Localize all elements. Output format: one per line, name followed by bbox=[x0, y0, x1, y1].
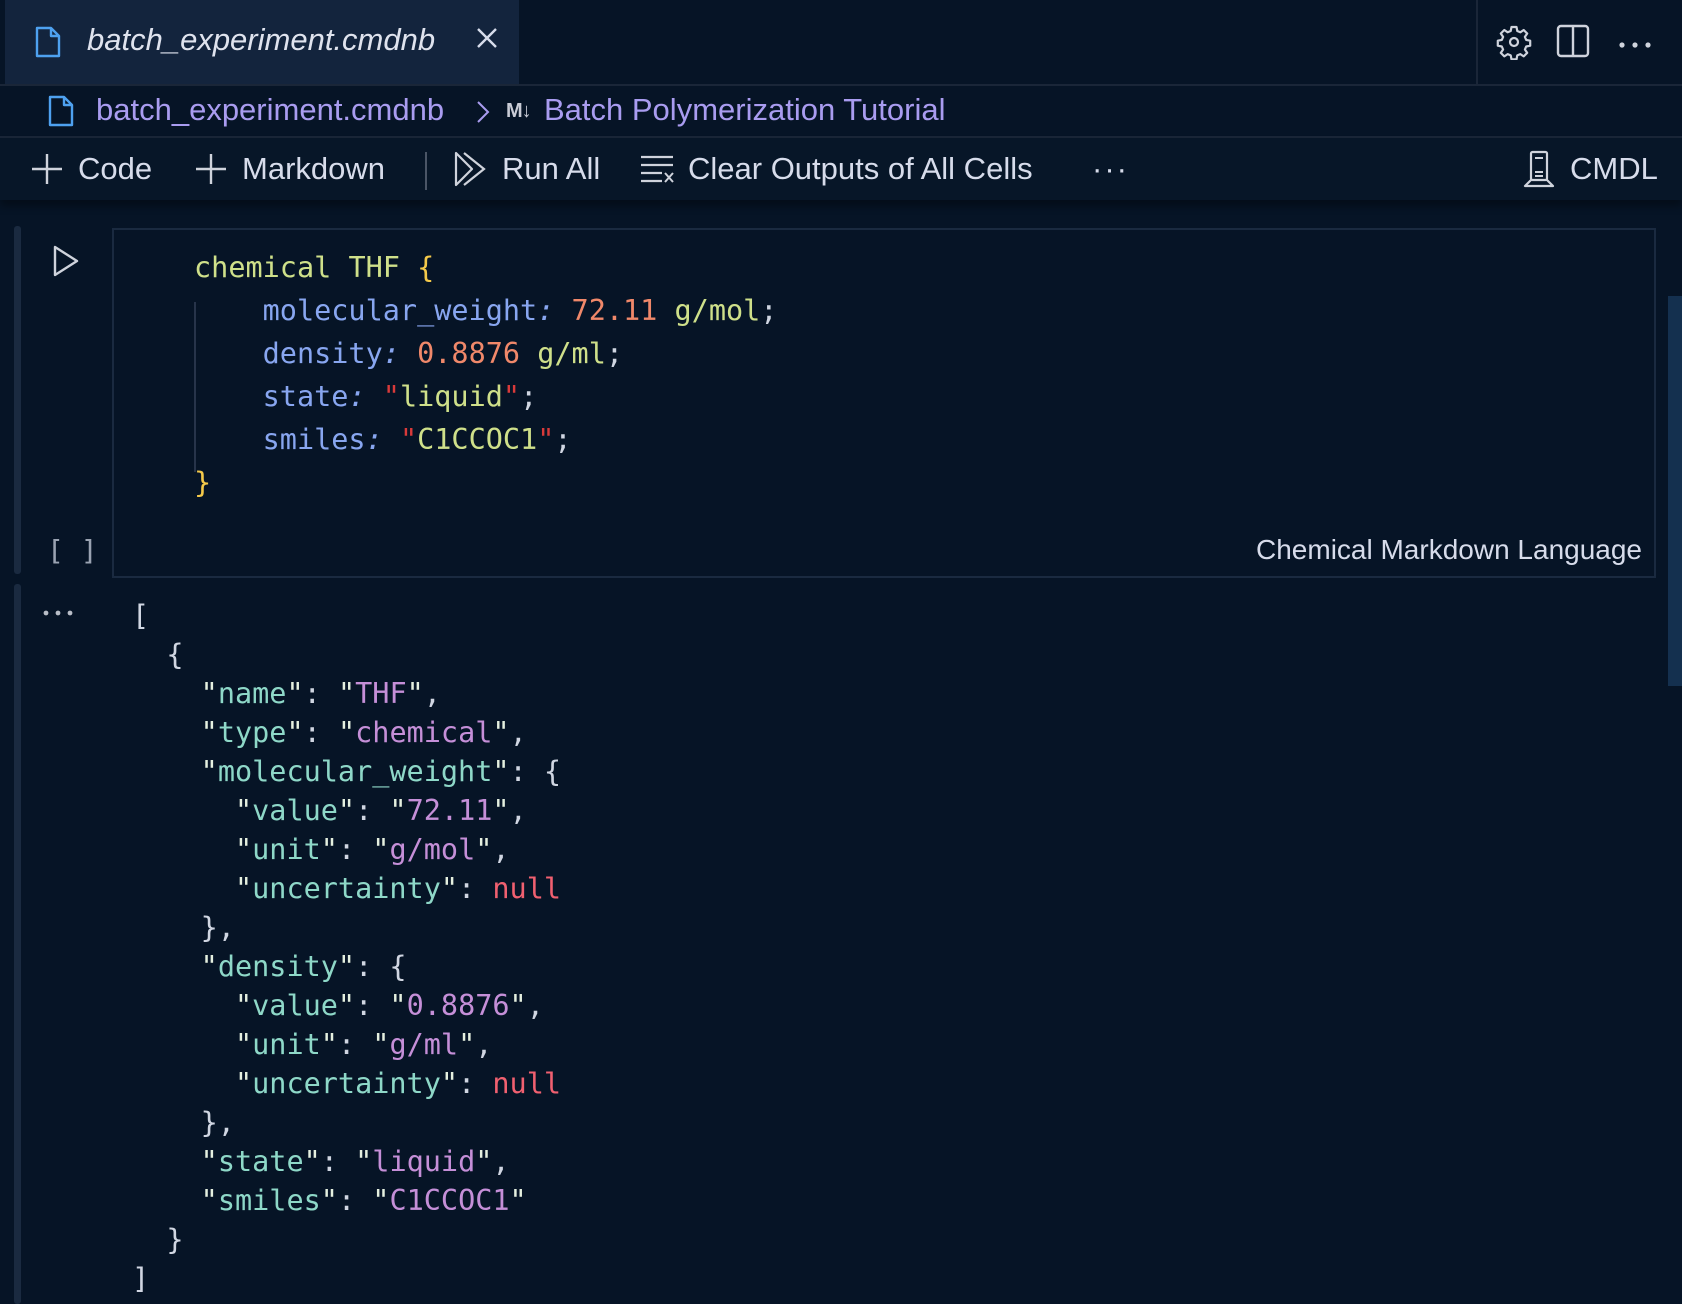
run-all-icon bbox=[454, 151, 486, 187]
toolbar-more-button[interactable]: ··· bbox=[1092, 138, 1129, 200]
plus-icon bbox=[196, 154, 226, 184]
code-prop-unit: g/mol bbox=[674, 294, 761, 327]
run-all-label: Run All bbox=[502, 151, 601, 186]
run-all-button[interactable]: Run All bbox=[454, 138, 600, 200]
json-density-uncertainty: null bbox=[492, 1067, 562, 1100]
clear-all-icon bbox=[641, 155, 674, 183]
code-prop-key: density bbox=[262, 337, 383, 370]
execution-count: [ ] bbox=[47, 534, 98, 567]
chevron-right-icon bbox=[476, 100, 490, 129]
code-prop-number: 72.11 bbox=[571, 294, 658, 327]
breadcrumb-section[interactable]: Batch Polymerization Tutorial bbox=[544, 92, 945, 128]
add-code-button[interactable]: Code bbox=[30, 138, 152, 200]
breadcrumb-file[interactable]: batch_experiment.cmdnb bbox=[96, 92, 444, 128]
json-value-state: liquid bbox=[372, 1145, 476, 1178]
code-prop-unit: g/ml bbox=[537, 337, 606, 370]
kernel-picker[interactable]: CMDL bbox=[1522, 138, 1658, 200]
run-cell-button[interactable] bbox=[52, 244, 80, 283]
play-icon bbox=[53, 245, 79, 277]
code-prop-string: liquid bbox=[399, 380, 503, 413]
code-keyword: chemical bbox=[194, 251, 332, 284]
kernel-label: CMDL bbox=[1570, 151, 1658, 186]
tab-title: batch_experiment.cmdnb bbox=[87, 22, 436, 57]
plus-icon bbox=[32, 154, 62, 184]
vertical-scrollbar[interactable] bbox=[1668, 296, 1682, 686]
code-close-brace: } bbox=[194, 466, 212, 499]
json-value-smiles: C1CCOC1 bbox=[389, 1184, 510, 1217]
file-icon bbox=[35, 26, 61, 63]
markdown-icon: M↓ bbox=[506, 100, 532, 122]
editor-actions bbox=[1476, 0, 1682, 84]
code-prop-number: 0.8876 bbox=[417, 337, 521, 370]
code-open-brace: { bbox=[417, 251, 435, 284]
json-value-type: chemical bbox=[355, 716, 493, 749]
cell-focus-bar bbox=[14, 226, 21, 574]
code-prop-key: molecular_weight bbox=[262, 294, 538, 327]
add-markdown-label: Markdown bbox=[242, 151, 385, 186]
output-focus-bar bbox=[14, 584, 21, 1304]
close-icon[interactable] bbox=[475, 26, 499, 55]
toolbar-divider bbox=[425, 152, 427, 190]
code-chemical-name: THF bbox=[348, 251, 400, 284]
code-editor[interactable]: chemical THF { molecular_weight: 72.11 g… bbox=[112, 228, 1656, 578]
code-prop-key: smiles bbox=[262, 423, 366, 456]
json-value-name: THF bbox=[355, 677, 407, 710]
code-prop-key: state bbox=[262, 380, 349, 413]
clear-outputs-button[interactable]: Clear Outputs of All Cells bbox=[640, 138, 1033, 200]
breadcrumb: batch_experiment.cmdnb M↓ Batch Polymeri… bbox=[0, 86, 1682, 138]
file-icon bbox=[48, 95, 74, 132]
gear-icon[interactable] bbox=[1496, 24, 1532, 65]
cell-language-label[interactable]: Chemical Markdown Language bbox=[1256, 534, 1642, 566]
clear-outputs-label: Clear Outputs of All Cells bbox=[688, 151, 1033, 186]
notebook-toolbar: Code Markdown Run All Clear Outputs of A… bbox=[0, 138, 1682, 200]
ellipsis-icon[interactable] bbox=[42, 604, 76, 622]
code-content: chemical THF { molecular_weight: 72.11 g… bbox=[194, 251, 778, 499]
json-mw-value: 72.11 bbox=[406, 794, 493, 827]
ellipsis-icon[interactable] bbox=[1618, 36, 1652, 54]
tab-bar: batch_experiment.cmdnb bbox=[0, 0, 1682, 86]
json-mw-uncertainty: null bbox=[492, 872, 562, 905]
cell-output: [ { "name": "THF", "type": "chemical", "… bbox=[132, 599, 562, 1295]
json-density-unit: g/ml bbox=[389, 1028, 459, 1061]
code-prop-string: C1CCOC1 bbox=[417, 423, 538, 456]
add-markdown-button[interactable]: Markdown bbox=[194, 138, 385, 200]
split-editor-icon[interactable] bbox=[1556, 24, 1590, 63]
json-density-value: 0.8876 bbox=[406, 989, 510, 1022]
json-mw-unit: g/mol bbox=[389, 833, 476, 866]
editor-tab[interactable]: batch_experiment.cmdnb bbox=[5, 0, 519, 84]
kernel-icon bbox=[1523, 150, 1555, 188]
add-code-label: Code bbox=[78, 151, 153, 186]
